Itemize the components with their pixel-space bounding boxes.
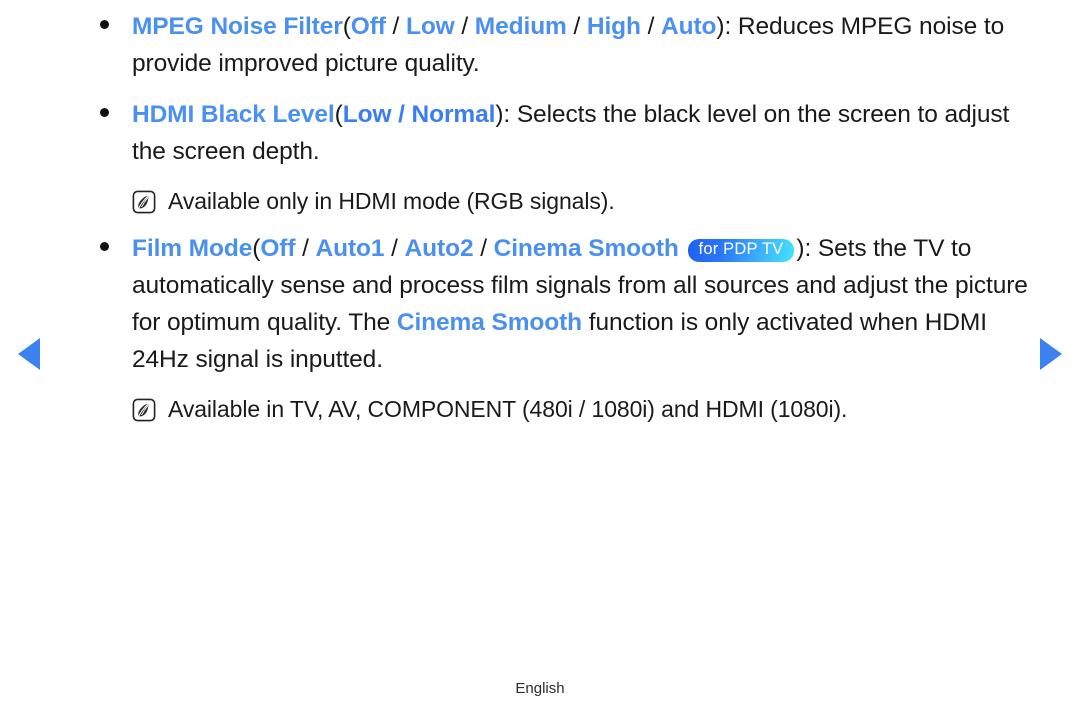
separator: / [473,235,494,262]
cinema-smooth-keyword: Cinema Smooth [396,309,583,336]
mpeg-noise-filter-paragraph: MPEG Noise Filter(Off / Low / Medium / H… [132,8,1036,82]
option-cinema-smooth: Cinema Smooth [493,235,679,262]
previous-page-arrow-icon[interactable] [18,338,40,370]
hdmi-description-part1: : Selects the black level on the screen … [503,101,938,128]
hdmi-black-level-options: Low / Normal [342,101,496,128]
note-icon [132,398,156,422]
option-off: Off [260,235,296,262]
option-off: Off [350,13,386,40]
option-high: High [586,13,641,40]
option-auto: Auto [661,13,717,40]
hdmi-black-level-title: HDMI Black Level [132,101,335,128]
film-mode-paragraph: Film Mode(Off / Auto1 / Auto2 / Cinema S… [132,230,1036,378]
mpeg-noise-filter-title: MPEG Noise Filter [132,13,343,40]
next-page-arrow-icon[interactable] [1040,338,1062,370]
manual-content: MPEG Noise Filter(Off / Low / Medium / H… [96,8,1036,438]
manual-page: MPEG Noise Filter(Off / Low / Medium / H… [0,0,1080,705]
footer-language: English [515,680,565,697]
for-pdp-tv-badge: for PDP TV [687,239,795,262]
separator: / [385,13,406,40]
note-film-mode-text: Available in TV, AV, COMPONENT (480i / 1… [168,396,848,422]
film-mode-title: Film Mode [132,235,253,262]
note-row: Available in TV, AV, COMPONENT (480i / 1… [132,392,1036,426]
separator: / [384,235,405,262]
separator: / [640,13,662,40]
note-row: Available only in HDMI mode (RGB signals… [132,184,1036,218]
note-icon [132,190,156,214]
option-auto1: Auto1 [315,235,385,262]
note-film-mode: Available in TV, AV, COMPONENT (480i / 1… [96,392,1036,426]
note-hdmi-text: Available only in HDMI mode (RGB signals… [168,188,615,214]
film-mode-description-part2: automatically sense and process film sig… [132,272,949,299]
open-paren: ( [342,13,351,40]
bullet-dot-icon [100,242,109,251]
bullet-hdmi-black-level: HDMI Black Level(Low / Normal): Selects … [96,96,1036,170]
option-low: Low [405,13,455,40]
option-auto2: Auto2 [404,235,474,262]
separator: / [295,235,316,262]
note-hdmi-black-level: Available only in HDMI mode (RGB signals… [96,184,1036,218]
separator: / [454,13,475,40]
film-mode-description-part1: : Sets the TV to [804,235,972,262]
bullet-mpeg-noise-filter: MPEG Noise Filter(Off / Low / Medium / H… [96,8,1036,82]
film-mode-description-part3-post: function is only activated [582,309,854,336]
separator: / [566,13,587,40]
bullet-dot-icon [100,20,109,29]
bullet-dot-icon [100,108,109,117]
mpeg-description-part1: : Reduces MPEG noise [724,13,978,40]
open-paren: ( [334,101,343,128]
hdmi-black-level-paragraph: HDMI Black Level(Low / Normal): Selects … [132,96,1036,170]
bullet-film-mode: Film Mode(Off / Auto1 / Auto2 / Cinema S… [96,230,1036,378]
option-medium: Medium [474,13,567,40]
